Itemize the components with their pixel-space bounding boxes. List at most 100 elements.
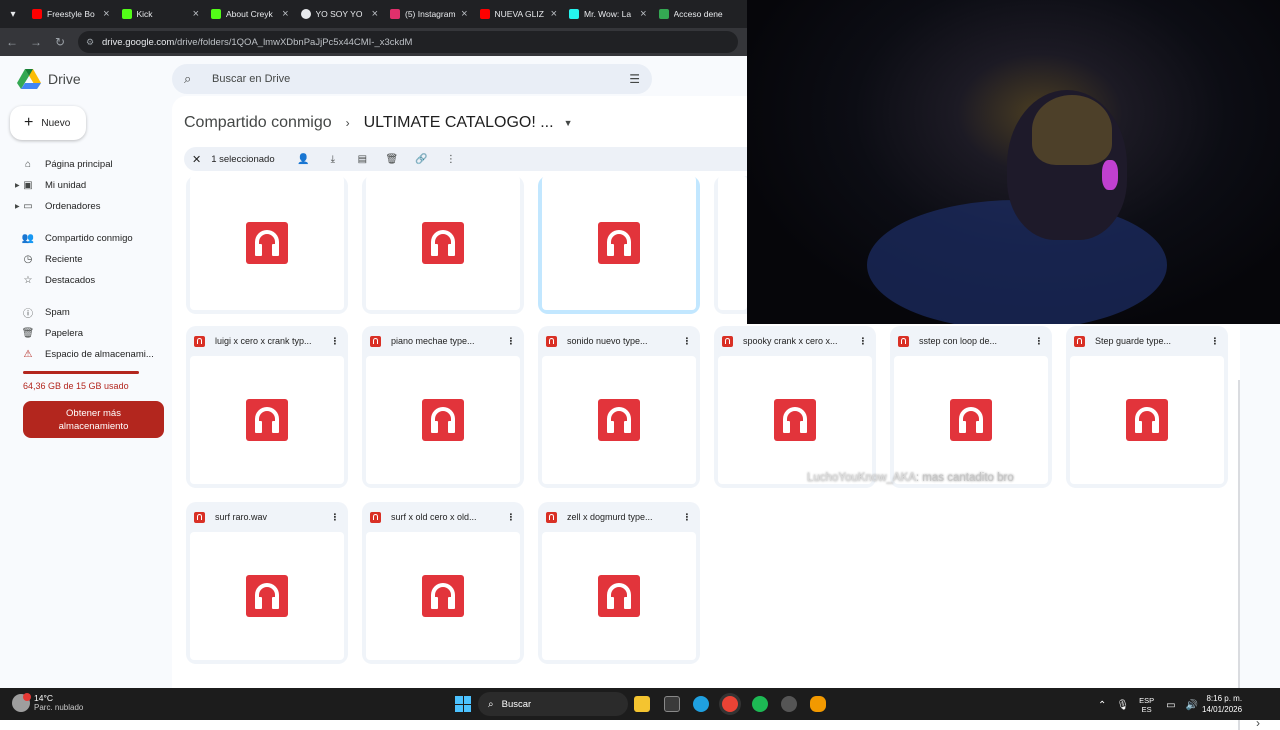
tab-close-icon[interactable]: × xyxy=(461,8,467,20)
file-card-header[interactable]: Step guarde type... ⋮ xyxy=(1066,326,1228,356)
sidebar-item-spam[interactable]: ⓘ Spam xyxy=(16,302,166,323)
tab-close-icon[interactable]: × xyxy=(193,8,199,20)
file-card-header[interactable]: luigi x cero x crank typ... ⋮ xyxy=(186,326,348,356)
file-thumbnail[interactable] xyxy=(190,176,344,310)
file-card[interactable]: Step guarde type... ⋮ xyxy=(1066,326,1228,488)
browser-tab[interactable]: Freestyle Bo × xyxy=(26,3,116,25)
sidebar-item-computers[interactable]: ▶ ▭ Ordenadores xyxy=(15,196,166,217)
sidebar-item-home[interactable]: ⌂ Página principal xyxy=(16,154,166,175)
tab-close-icon[interactable]: × xyxy=(551,8,557,20)
more-options-icon[interactable]: ⋮ xyxy=(1034,336,1044,347)
edge-icon[interactable] xyxy=(693,696,709,712)
volume-icon[interactable]: 🔊 xyxy=(1186,700,1198,711)
file-card[interactable] xyxy=(186,176,348,314)
filter-options-icon[interactable]: ☰ xyxy=(629,72,640,86)
clock[interactable]: 8:16 p. m. 14/01/2026 xyxy=(1202,693,1242,715)
forward-icon[interactable]: → xyxy=(24,28,48,56)
file-thumbnail[interactable] xyxy=(542,176,696,310)
tab-close-icon[interactable]: × xyxy=(103,8,109,20)
sidebar-item-my-drive[interactable]: ▶ ▣ Mi unidad xyxy=(15,175,166,196)
more-options-icon[interactable]: ⋮ xyxy=(1210,336,1220,347)
file-card-header[interactable]: sonido nuevo type... ⋮ xyxy=(538,326,700,356)
file-card[interactable] xyxy=(714,176,747,314)
fl-studio-icon[interactable] xyxy=(810,696,826,712)
more-options-icon[interactable]: ⋮ xyxy=(330,336,340,347)
breadcrumb-current[interactable]: ULTIMATE CATALOGO! ... xyxy=(364,114,554,132)
browser-tab[interactable]: Mr. Wow: La × xyxy=(563,3,653,25)
more-options-icon[interactable]: ⋮ xyxy=(506,512,516,523)
file-card[interactable]: sstep con loop de... ⋮ xyxy=(890,326,1052,488)
back-icon[interactable]: ← xyxy=(0,28,24,56)
file-thumbnail[interactable] xyxy=(542,532,696,660)
clear-selection-icon[interactable]: ✕ xyxy=(192,153,201,166)
tab-close-icon[interactable]: × xyxy=(282,8,288,20)
more-options-icon[interactable]: ⋮ xyxy=(682,336,692,347)
file-explorer-icon[interactable] xyxy=(634,696,650,712)
browser-tab[interactable]: NUEVA GLIZ × xyxy=(474,3,564,25)
file-thumbnail[interactable] xyxy=(1070,356,1224,484)
expand-caret-icon[interactable]: ▶ xyxy=(15,182,20,189)
file-card[interactable]: surf raro.wav ⋮ xyxy=(186,502,348,664)
store-icon[interactable] xyxy=(664,696,680,712)
new-button[interactable]: + Nuevo xyxy=(10,106,86,140)
file-thumbnail[interactable] xyxy=(542,356,696,484)
download-icon[interactable]: ⤓ xyxy=(318,154,348,165)
file-card[interactable]: spooky crank x cero x... ⋮ xyxy=(714,326,876,488)
file-thumbnail[interactable] xyxy=(190,532,344,660)
taskbar-search[interactable]: ⌕ Buscar xyxy=(478,692,628,716)
microphone-icon[interactable]: 🎙 xyxy=(1116,700,1129,711)
scrollbar[interactable] xyxy=(1238,380,1240,730)
file-card[interactable]: luigi x cero x crank typ... ⋮ xyxy=(186,326,348,488)
sidebar-item-shared[interactable]: 👥 Compartido conmigo xyxy=(16,228,166,249)
delete-icon[interactable]: 🗑 xyxy=(377,154,407,165)
site-info-icon[interactable]: ⚙ xyxy=(86,37,96,47)
browser-tab[interactable]: About Creyk × xyxy=(205,3,295,25)
browser-tab[interactable]: Kick × xyxy=(116,3,206,25)
chrome-icon[interactable] xyxy=(722,696,738,712)
tab-search-chevron-icon[interactable]: ▾ xyxy=(0,0,26,28)
copy-link-icon[interactable]: 🔗 xyxy=(407,154,437,165)
file-card[interactable]: piano mechae type... ⋮ xyxy=(362,326,524,488)
network-icon[interactable]: ▭ xyxy=(1166,700,1175,711)
file-thumbnail[interactable] xyxy=(366,532,520,660)
language-indicator[interactable]: ESP ES xyxy=(1139,696,1154,714)
expand-caret-icon[interactable]: ▶ xyxy=(15,203,20,210)
weather-widget[interactable]: 14°C Parc. nublado xyxy=(12,692,83,712)
search-icon[interactable]: ⌕ xyxy=(184,71,198,87)
browser-tab[interactable]: (5) Instagram × xyxy=(384,3,474,25)
file-card-header[interactable]: surf raro.wav ⋮ xyxy=(186,502,348,532)
drive-logo[interactable]: Drive xyxy=(16,68,81,90)
more-options-icon[interactable]: ⋮ xyxy=(858,336,868,347)
file-card[interactable]: sonido nuevo type... ⋮ xyxy=(538,326,700,488)
file-card-header[interactable]: piano mechae type... ⋮ xyxy=(362,326,524,356)
more-options-icon[interactable]: ⋮ xyxy=(682,512,692,523)
sidebar-item-storage[interactable]: ⚠ Espacio de almacenami... xyxy=(16,344,166,365)
share-icon[interactable]: 👤 xyxy=(289,154,319,165)
sidebar-item-trash[interactable]: 🗑 Papelera xyxy=(16,323,166,344)
file-thumbnail[interactable] xyxy=(718,356,872,484)
breadcrumb-parent[interactable]: Compartido conmigo xyxy=(184,114,332,132)
file-card-header[interactable]: zell x dogmurd type... ⋮ xyxy=(538,502,700,532)
file-thumbnail[interactable] xyxy=(718,176,747,310)
more-actions-icon[interactable]: ⋮ xyxy=(436,154,466,165)
tab-close-icon[interactable]: × xyxy=(640,8,646,20)
address-bar[interactable]: ⚙ drive.google.com/drive/folders/1QOA_lm… xyxy=(78,31,738,53)
file-card[interactable] xyxy=(362,176,524,314)
file-thumbnail[interactable] xyxy=(366,356,520,484)
reload-icon[interactable]: ↻ xyxy=(48,28,72,56)
search-input[interactable]: Buscar en Drive xyxy=(212,73,629,85)
tab-close-icon[interactable]: × xyxy=(372,8,378,20)
get-more-storage-button[interactable]: Obtener más almacenamiento xyxy=(23,401,164,438)
file-card-header[interactable]: spooky crank x cero x... ⋮ xyxy=(714,326,876,356)
browser-tab[interactable]: YO SOY YO × xyxy=(295,3,385,25)
spotify-icon[interactable] xyxy=(752,696,768,712)
start-icon[interactable] xyxy=(455,696,471,712)
file-thumbnail[interactable] xyxy=(894,356,1048,484)
chevron-up-icon[interactable]: ⌃ xyxy=(1098,700,1106,711)
file-card-header[interactable]: surf x old cero x old... ⋮ xyxy=(362,502,524,532)
search-bar[interactable]: ⌕ Buscar en Drive ☰ xyxy=(172,64,652,94)
obs-icon[interactable] xyxy=(781,696,797,712)
move-icon[interactable]: ▤ xyxy=(348,154,378,165)
more-options-icon[interactable]: ⋮ xyxy=(330,512,340,523)
dropdown-arrow-icon[interactable]: ▼ xyxy=(564,118,573,128)
